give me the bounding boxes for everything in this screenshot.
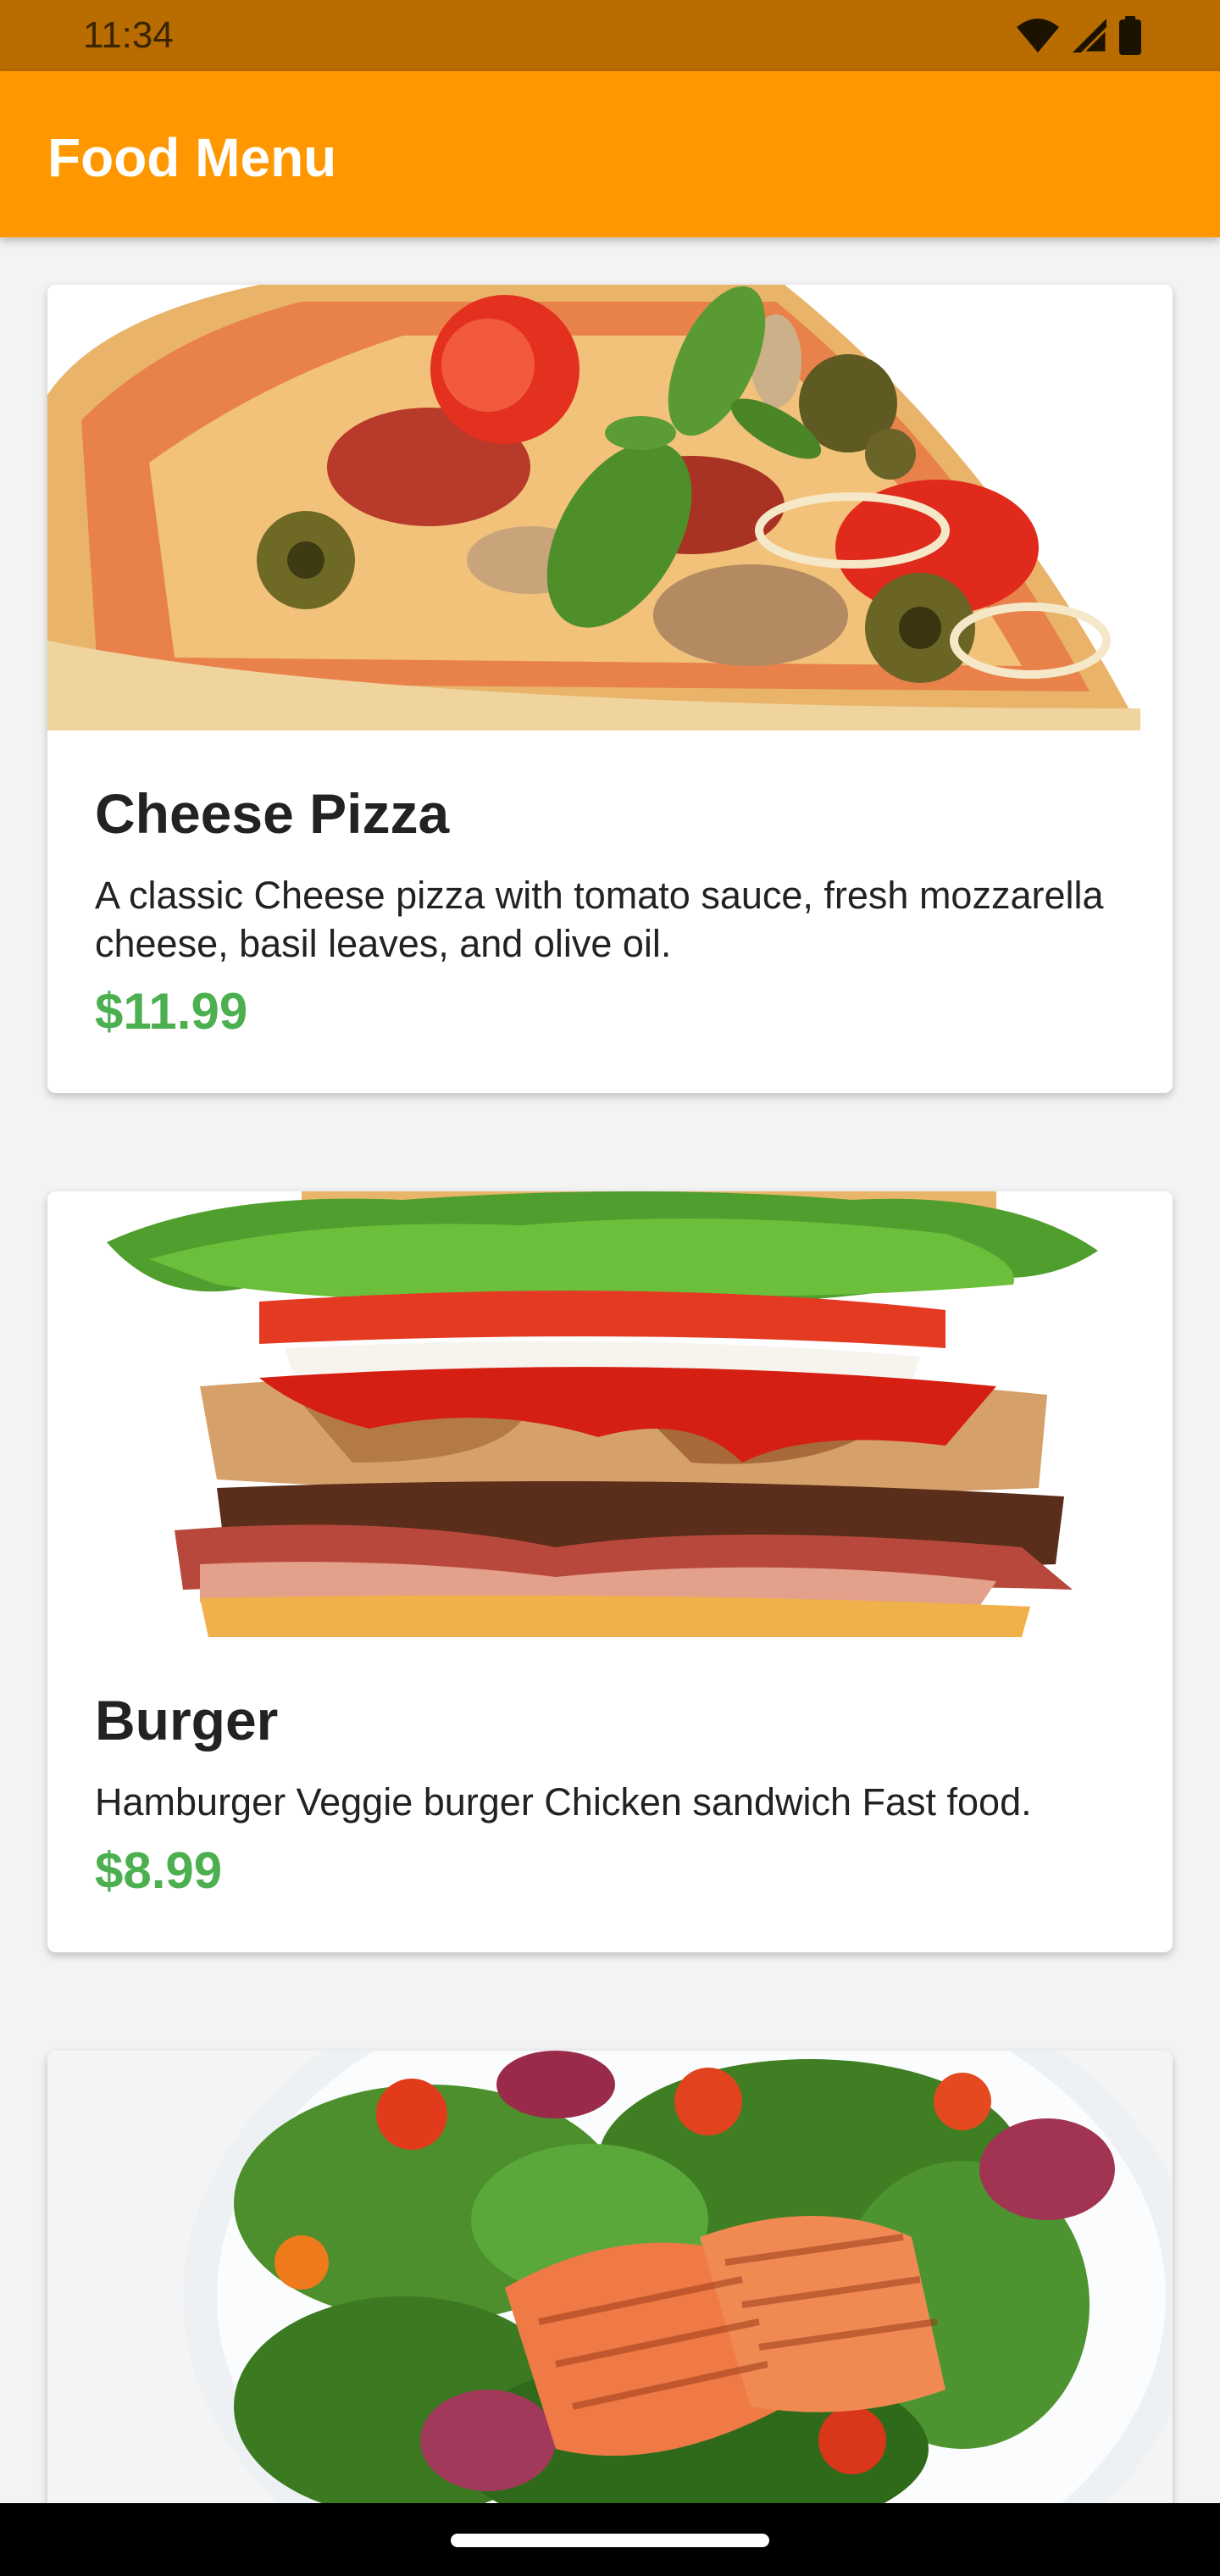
status-bar: 11:34: [0, 0, 1220, 71]
status-icons: [1015, 16, 1142, 55]
status-time: 11:34: [83, 14, 174, 56]
item-name: Burger: [95, 1689, 279, 1752]
app-title: Food Menu: [47, 127, 337, 188]
home-gesture-handle[interactable]: [451, 2534, 769, 2547]
navigation-bar: [0, 2503, 1220, 2576]
item-price: $8.99: [95, 1842, 223, 1899]
item-description: A classic Cheese pizza with tomato sauce…: [95, 874, 1104, 965]
menu-item-card[interactable]: Burger Hamburger Veggie burger Chicken s…: [47, 1191, 1173, 1952]
item-name: Cheese Pizza: [95, 782, 450, 845]
pizza-image: [47, 285, 1173, 730]
menu-item-card[interactable]: [47, 2051, 1173, 2503]
item-description: Hamburger Veggie burger Chicken sandwich…: [95, 1780, 1032, 1824]
battery-icon: [1118, 16, 1142, 55]
cell-signal-icon: [1071, 17, 1108, 54]
burger-image: [47, 1191, 1173, 1637]
app-bar: Food Menu: [0, 71, 1220, 237]
menu-list[interactable]: Cheese Pizza A classic Cheese pizza with…: [0, 237, 1220, 2503]
wifi-icon: [1015, 17, 1061, 54]
item-price: $11.99: [95, 983, 248, 1040]
salmon-salad-image: [47, 2051, 1173, 2503]
menu-item-card[interactable]: Cheese Pizza A classic Cheese pizza with…: [47, 285, 1173, 1093]
